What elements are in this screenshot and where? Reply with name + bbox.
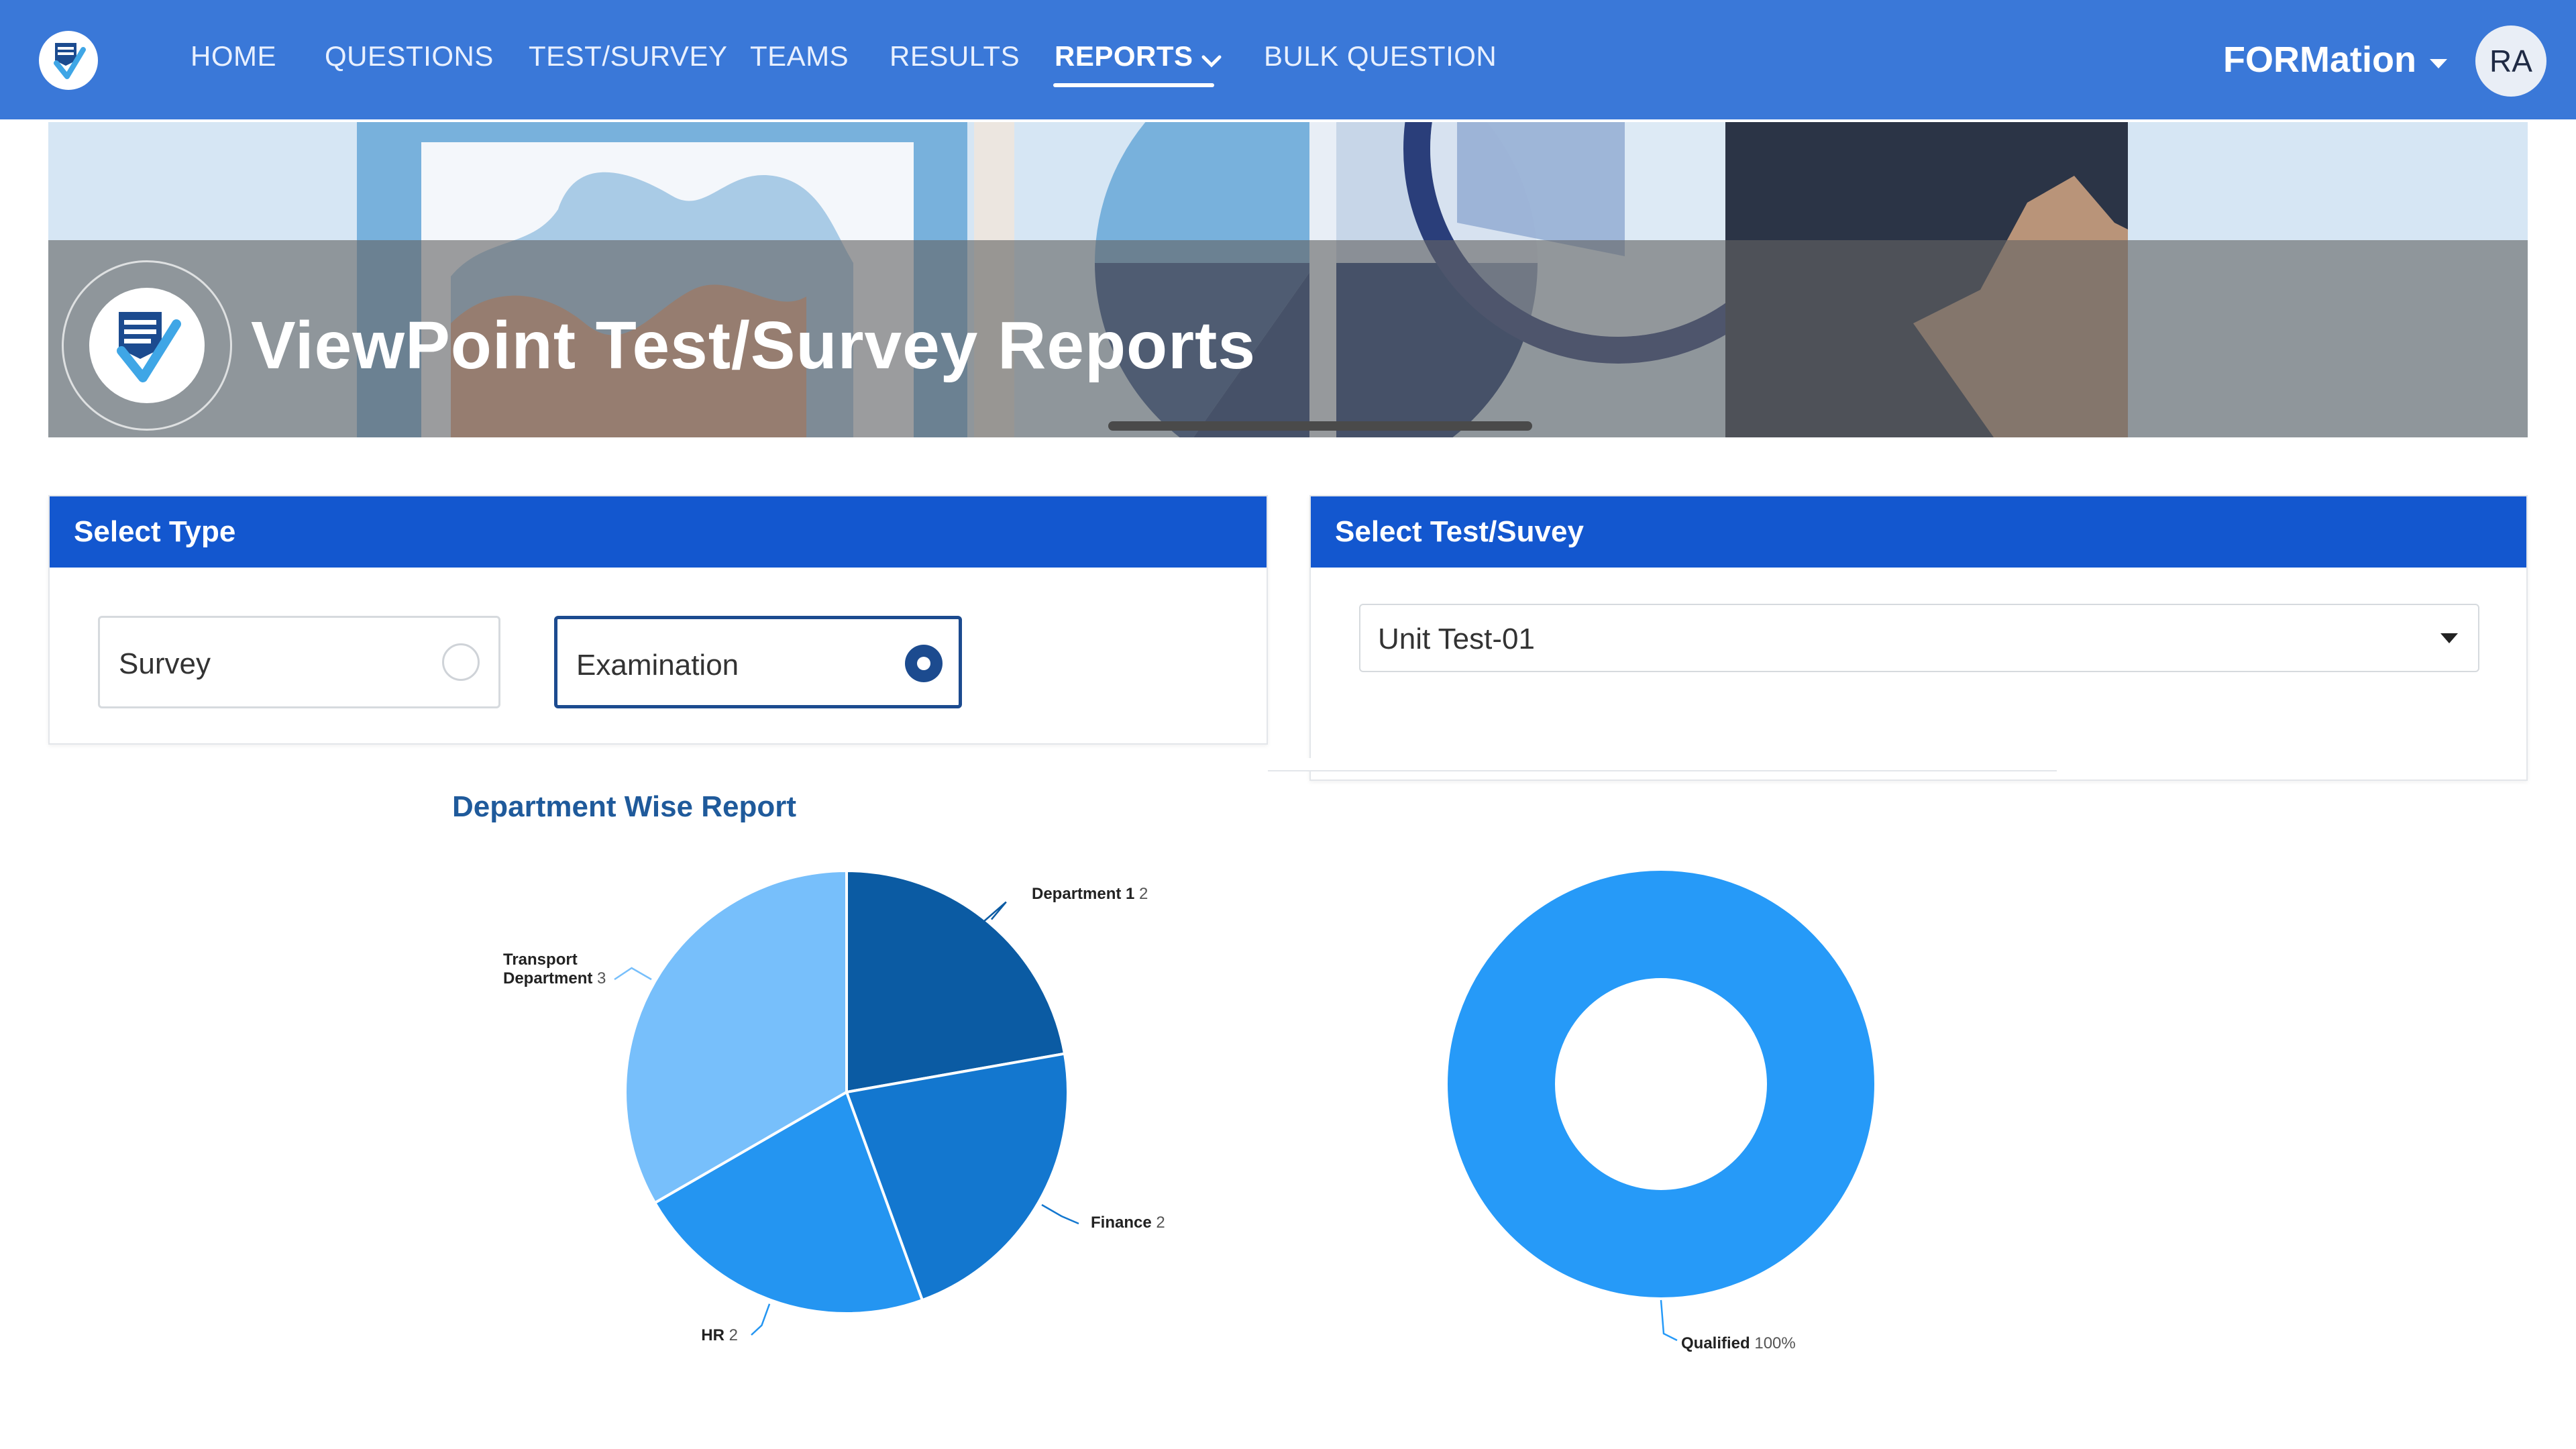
nav-reports-label: REPORTS: [1055, 40, 1193, 72]
org-switcher[interactable]: FORMation: [2223, 39, 2416, 80]
nav-results[interactable]: RESULTS: [890, 40, 1020, 72]
pie-slice-department-1[interactable]: [845, 869, 1067, 1094]
nav-test-survey[interactable]: TEST/SURVEY: [529, 40, 727, 72]
radio-label-examination: Examination: [576, 649, 739, 682]
pie-value-label: 2: [729, 1326, 738, 1344]
pie-slice-finance[interactable]: [845, 1052, 1069, 1302]
chevron-down-icon: [1201, 42, 1222, 74]
pie-leader-line: [614, 967, 652, 981]
page-title: ViewPoint Test/Survey Reports: [251, 308, 1256, 383]
nav-home[interactable]: HOME: [191, 40, 276, 72]
pie-value-label: 3: [597, 969, 606, 987]
banner-scrollbar[interactable]: [1108, 421, 1532, 431]
pie-leader-line: [751, 1303, 771, 1336]
pie-label: Finance 2: [1091, 1214, 1165, 1232]
donut-label: Qualified 100%: [1681, 1334, 1796, 1352]
pie-value-label: 2: [1156, 1214, 1165, 1232]
pie-label: Transport: [503, 951, 578, 969]
caret-down-icon: [2440, 633, 2458, 643]
hero-banner: ViewPoint Test/Survey Reports: [48, 122, 2528, 437]
select-type-header: Select Type: [50, 496, 1267, 568]
pie-label: Department 3: [503, 969, 606, 987]
select-test-panel: Select Test/Suvey Unit Test-01: [1309, 495, 2528, 781]
nav-reports[interactable]: REPORTS: [1055, 40, 1222, 74]
banner-logo: [62, 260, 232, 431]
donut-value-label: 100%: [1754, 1334, 1795, 1352]
pie-leader-line: [983, 901, 1007, 922]
pie-slice-transport-department[interactable]: [624, 869, 848, 1205]
pie-label: HR 2: [701, 1326, 738, 1344]
app-logo-icon[interactable]: [39, 31, 98, 90]
panel-divider: [1268, 758, 2057, 771]
radio-option-examination[interactable]: Examination: [554, 616, 962, 708]
radio-label-survey: Survey: [119, 647, 211, 680]
test-select-dropdown[interactable]: Unit Test-01: [1359, 604, 2479, 672]
pie-leader-line: [1041, 1203, 1079, 1225]
pie-slice-hr[interactable]: [653, 1090, 924, 1315]
test-select-value: Unit Test-01: [1378, 623, 1535, 655]
radio-button-survey[interactable]: [442, 643, 480, 681]
donut-leader-line: [1660, 1299, 1678, 1342]
nav-bulk-question[interactable]: BULK QUESTION: [1264, 40, 1497, 72]
checkmark-shield-icon: [117, 312, 181, 382]
pie-label: Department 1 2: [1032, 885, 1148, 903]
donut-slice-qualified[interactable]: [1448, 871, 1874, 1297]
nav-questions[interactable]: QUESTIONS: [325, 40, 494, 72]
user-avatar[interactable]: RA: [2475, 25, 2546, 97]
nav-active-indicator: [1053, 83, 1214, 87]
caret-down-icon[interactable]: [2430, 59, 2447, 68]
select-test-header: Select Test/Suvey: [1311, 496, 2526, 568]
top-navbar: HOME QUESTIONS TEST/SURVEY TEAMS RESULTS…: [0, 0, 2576, 119]
pie-value-label: 2: [1139, 885, 1148, 903]
department-chart-title: Department Wise Report: [452, 790, 797, 823]
radio-button-examination[interactable]: [905, 645, 943, 682]
radio-option-survey[interactable]: Survey: [98, 616, 500, 708]
banner-logo-circle: [89, 288, 205, 403]
nav-teams[interactable]: TEAMS: [750, 40, 849, 72]
select-type-panel: Select Type Survey Examination: [48, 495, 1268, 745]
